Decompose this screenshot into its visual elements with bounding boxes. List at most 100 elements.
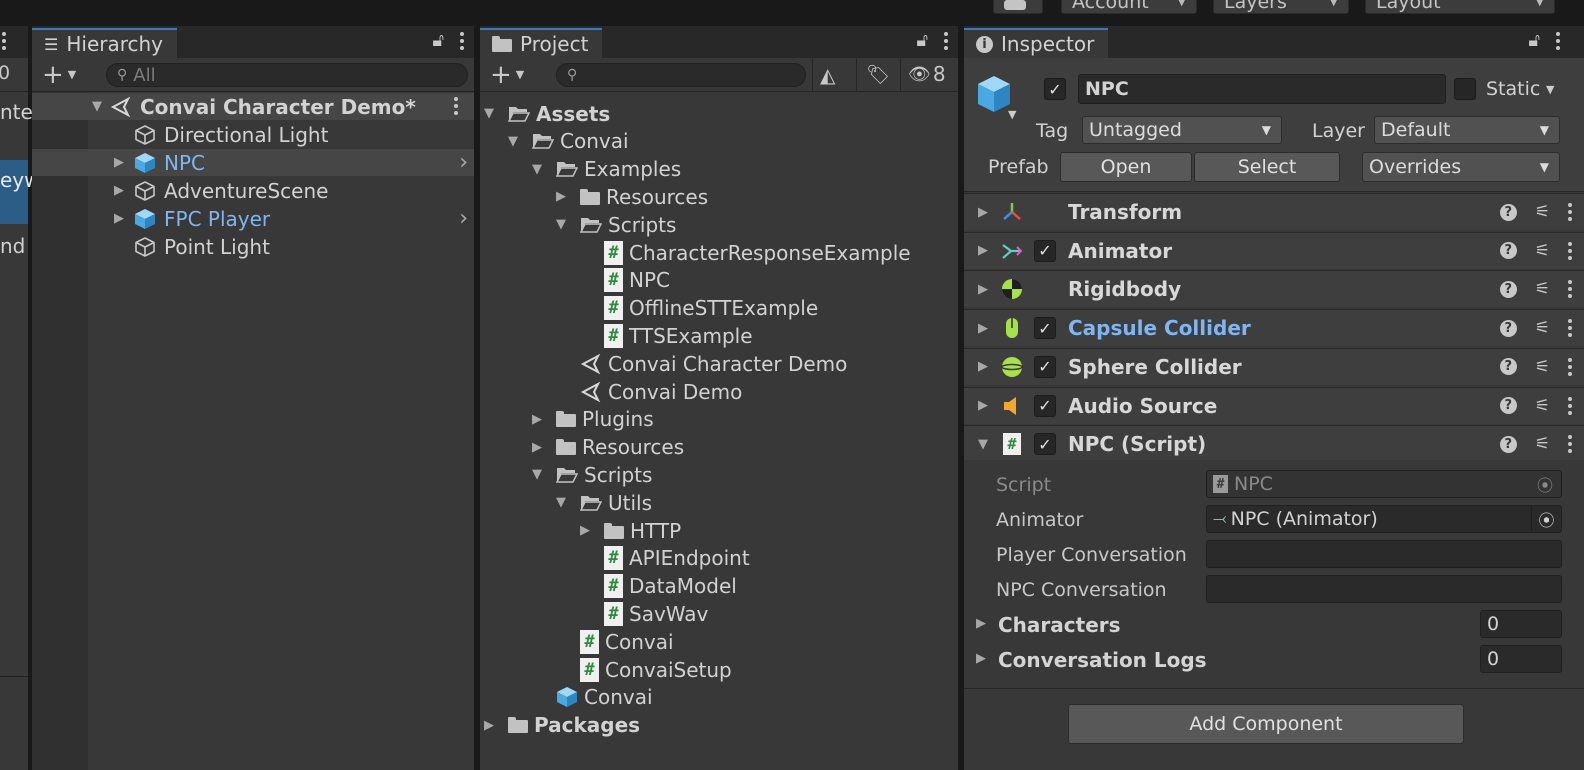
component-header[interactable]: ▶ Rigidbody? ⚟ [964,270,1584,308]
hierarchy-item[interactable]: ▶ AdventureScene [32,177,474,204]
chevron-right-icon[interactable]: › [459,150,468,175]
tab-hierarchy[interactable]: ☰ Hierarchy [32,28,178,58]
expand-down-icon[interactable]: ▼ [484,106,508,121]
more-options-icon[interactable] [1568,241,1572,260]
project-tree-item[interactable]: # DataModel [580,573,737,600]
component-enabled-checkbox[interactable]: ✓ [1034,355,1056,378]
expand-right-icon[interactable]: ▶ [532,440,556,455]
project-tree-item[interactable]: ▼ Scripts [532,461,652,488]
expand-down-icon[interactable]: ▼ [508,134,532,149]
tab-project[interactable]: Project [480,28,603,58]
filter-by-label-icon[interactable]: 🏷︎ [866,63,890,86]
project-tree-item[interactable]: # CharacterResponseExample [580,239,911,266]
project-tree-item[interactable]: ▶ HTTP [580,517,681,544]
player-conversation-field[interactable] [1206,540,1562,568]
project-tree-item[interactable]: # ConvaiSetup [556,656,732,683]
expand-down-icon[interactable]: ▼ [532,162,556,177]
tab-inspector[interactable]: i Inspector [964,28,1109,58]
create-asset-button[interactable]: + ▼ [490,62,524,88]
prefab-open-button[interactable]: Open [1060,152,1192,182]
component-header[interactable]: ▶ ✓ Audio Source? ⚟ [964,386,1584,424]
help-icon[interactable]: ? [1499,358,1517,376]
expand-right-icon[interactable]: ▶ [978,205,996,220]
expand-down-icon[interactable]: ▼ [556,217,580,232]
component-enabled-checkbox[interactable]: ✓ [1034,394,1056,417]
project-tree-item[interactable]: ▼ Utils [556,489,652,516]
layer-dropdown[interactable]: Default ▼ [1374,116,1560,144]
help-icon[interactable]: ? [1499,203,1517,221]
active-checkbox[interactable]: ✓ [1044,78,1066,100]
expand-right-icon[interactable]: ▶ [114,155,132,170]
more-options-icon[interactable] [1556,31,1560,50]
presets-icon[interactable]: ⚟ [1535,434,1550,454]
lock-icon[interactable]: 🔓︎ [432,30,444,51]
expand-right-icon[interactable]: ▶ [978,321,996,336]
project-tree-item[interactable]: # OfflineSTTExample [580,295,818,322]
expand-right-icon[interactable]: ▶ [114,183,132,198]
presets-icon[interactable]: ⚟ [1535,318,1550,338]
more-options-icon[interactable] [1568,357,1572,376]
project-tree-item[interactable]: # TTSExample [580,322,753,349]
object-name-field[interactable]: NPC [1078,74,1446,104]
component-enabled-checkbox[interactable]: ✓ [1034,317,1056,340]
static-checkbox[interactable] [1454,78,1476,100]
component-header[interactable]: ▶ ✓ Capsule Collider? ⚟ [964,309,1584,347]
expand-right-icon[interactable]: ▶ [976,651,994,666]
prefab-overrides-dropdown[interactable]: Overrides ▼ [1362,152,1560,182]
expand-down-icon[interactable]: ▼ [978,437,996,452]
expand-right-icon[interactable]: ▶ [978,359,996,374]
expand-right-icon[interactable]: ▶ [532,412,556,427]
expand-down-icon[interactable]: ▼ [556,495,580,510]
hierarchy-item[interactable]: ▶ NPC › [32,149,474,176]
presets-icon[interactable]: ⚟ [1535,279,1550,299]
component-enabled-checkbox[interactable]: ✓ [1034,239,1056,262]
more-options-icon[interactable] [1568,203,1572,221]
more-options-icon[interactable] [2,32,6,50]
expand-right-icon[interactable]: ▶ [978,282,996,297]
expand-down-icon[interactable]: ▼ [92,99,110,114]
object-picker-icon[interactable]: ⦿ [1531,506,1561,532]
component-header[interactable]: ▶ Transform? ⚟ [964,193,1584,230]
project-tree-item[interactable]: ▼ Convai [508,128,629,155]
expand-down-icon[interactable]: ▼ [532,467,556,482]
cloud-button[interactable] [993,0,1043,14]
account-dropdown[interactable]: Account ▼ [1061,0,1197,14]
expand-right-icon[interactable]: ▶ [978,398,996,413]
presets-icon[interactable]: ⚟ [1535,202,1550,222]
more-options-icon[interactable] [944,31,948,50]
project-tree-item[interactable]: ▼ Examples [532,156,681,183]
component-header[interactable]: ▼ # ✓ NPC (Script)? ⚟ [964,425,1584,463]
tag-dropdown[interactable]: Untagged ▼ [1082,116,1282,144]
help-icon[interactable]: ? [1499,280,1517,298]
more-options-icon[interactable] [1568,396,1572,415]
expand-right-icon[interactable]: ▶ [556,189,580,204]
presets-icon[interactable]: ⚟ [1535,357,1550,377]
presets-icon[interactable]: ⚟ [1535,396,1550,416]
filter-by-type-icon[interactable]: ◭ [820,63,835,87]
prefab-cube-icon[interactable] [976,74,1012,114]
more-options-icon[interactable] [1568,280,1572,299]
project-tree-item[interactable]: Convai Demo [556,378,742,405]
more-options-icon[interactable] [460,31,464,50]
lock-icon[interactable]: 🔓︎ [916,30,928,51]
project-tree-item[interactable]: Convai [532,684,653,711]
expand-right-icon[interactable]: ▶ [976,616,994,631]
presets-icon[interactable]: ⚟ [1535,241,1550,261]
help-icon[interactable]: ? [1499,319,1517,337]
expand-right-icon[interactable]: ▶ [978,243,996,258]
expand-right-icon[interactable]: ▶ [580,523,604,538]
static-label[interactable]: Static [1486,78,1540,100]
caret-down-icon[interactable]: ▼ [1546,83,1554,96]
more-options-icon[interactable] [1568,435,1572,454]
layers-dropdown[interactable]: Layers ▼ [1213,0,1349,14]
create-button[interactable]: + ▼ [42,62,76,88]
project-tree-item[interactable]: # APIEndpoint [580,545,750,572]
layout-dropdown[interactable]: Layout ▼ [1365,0,1555,14]
project-tree-item[interactable]: # Convai [556,628,674,655]
npc-conversation-field[interactable] [1206,575,1562,603]
project-search-input[interactable]: ⚲ [556,63,806,87]
hierarchy-search-input[interactable]: ⚲ All [106,63,468,87]
project-tree-item[interactable]: ▶ Resources [556,183,708,210]
conversation-logs-size-field[interactable]: 0 [1480,645,1562,673]
project-tree-item[interactable]: # NPC [580,267,670,294]
